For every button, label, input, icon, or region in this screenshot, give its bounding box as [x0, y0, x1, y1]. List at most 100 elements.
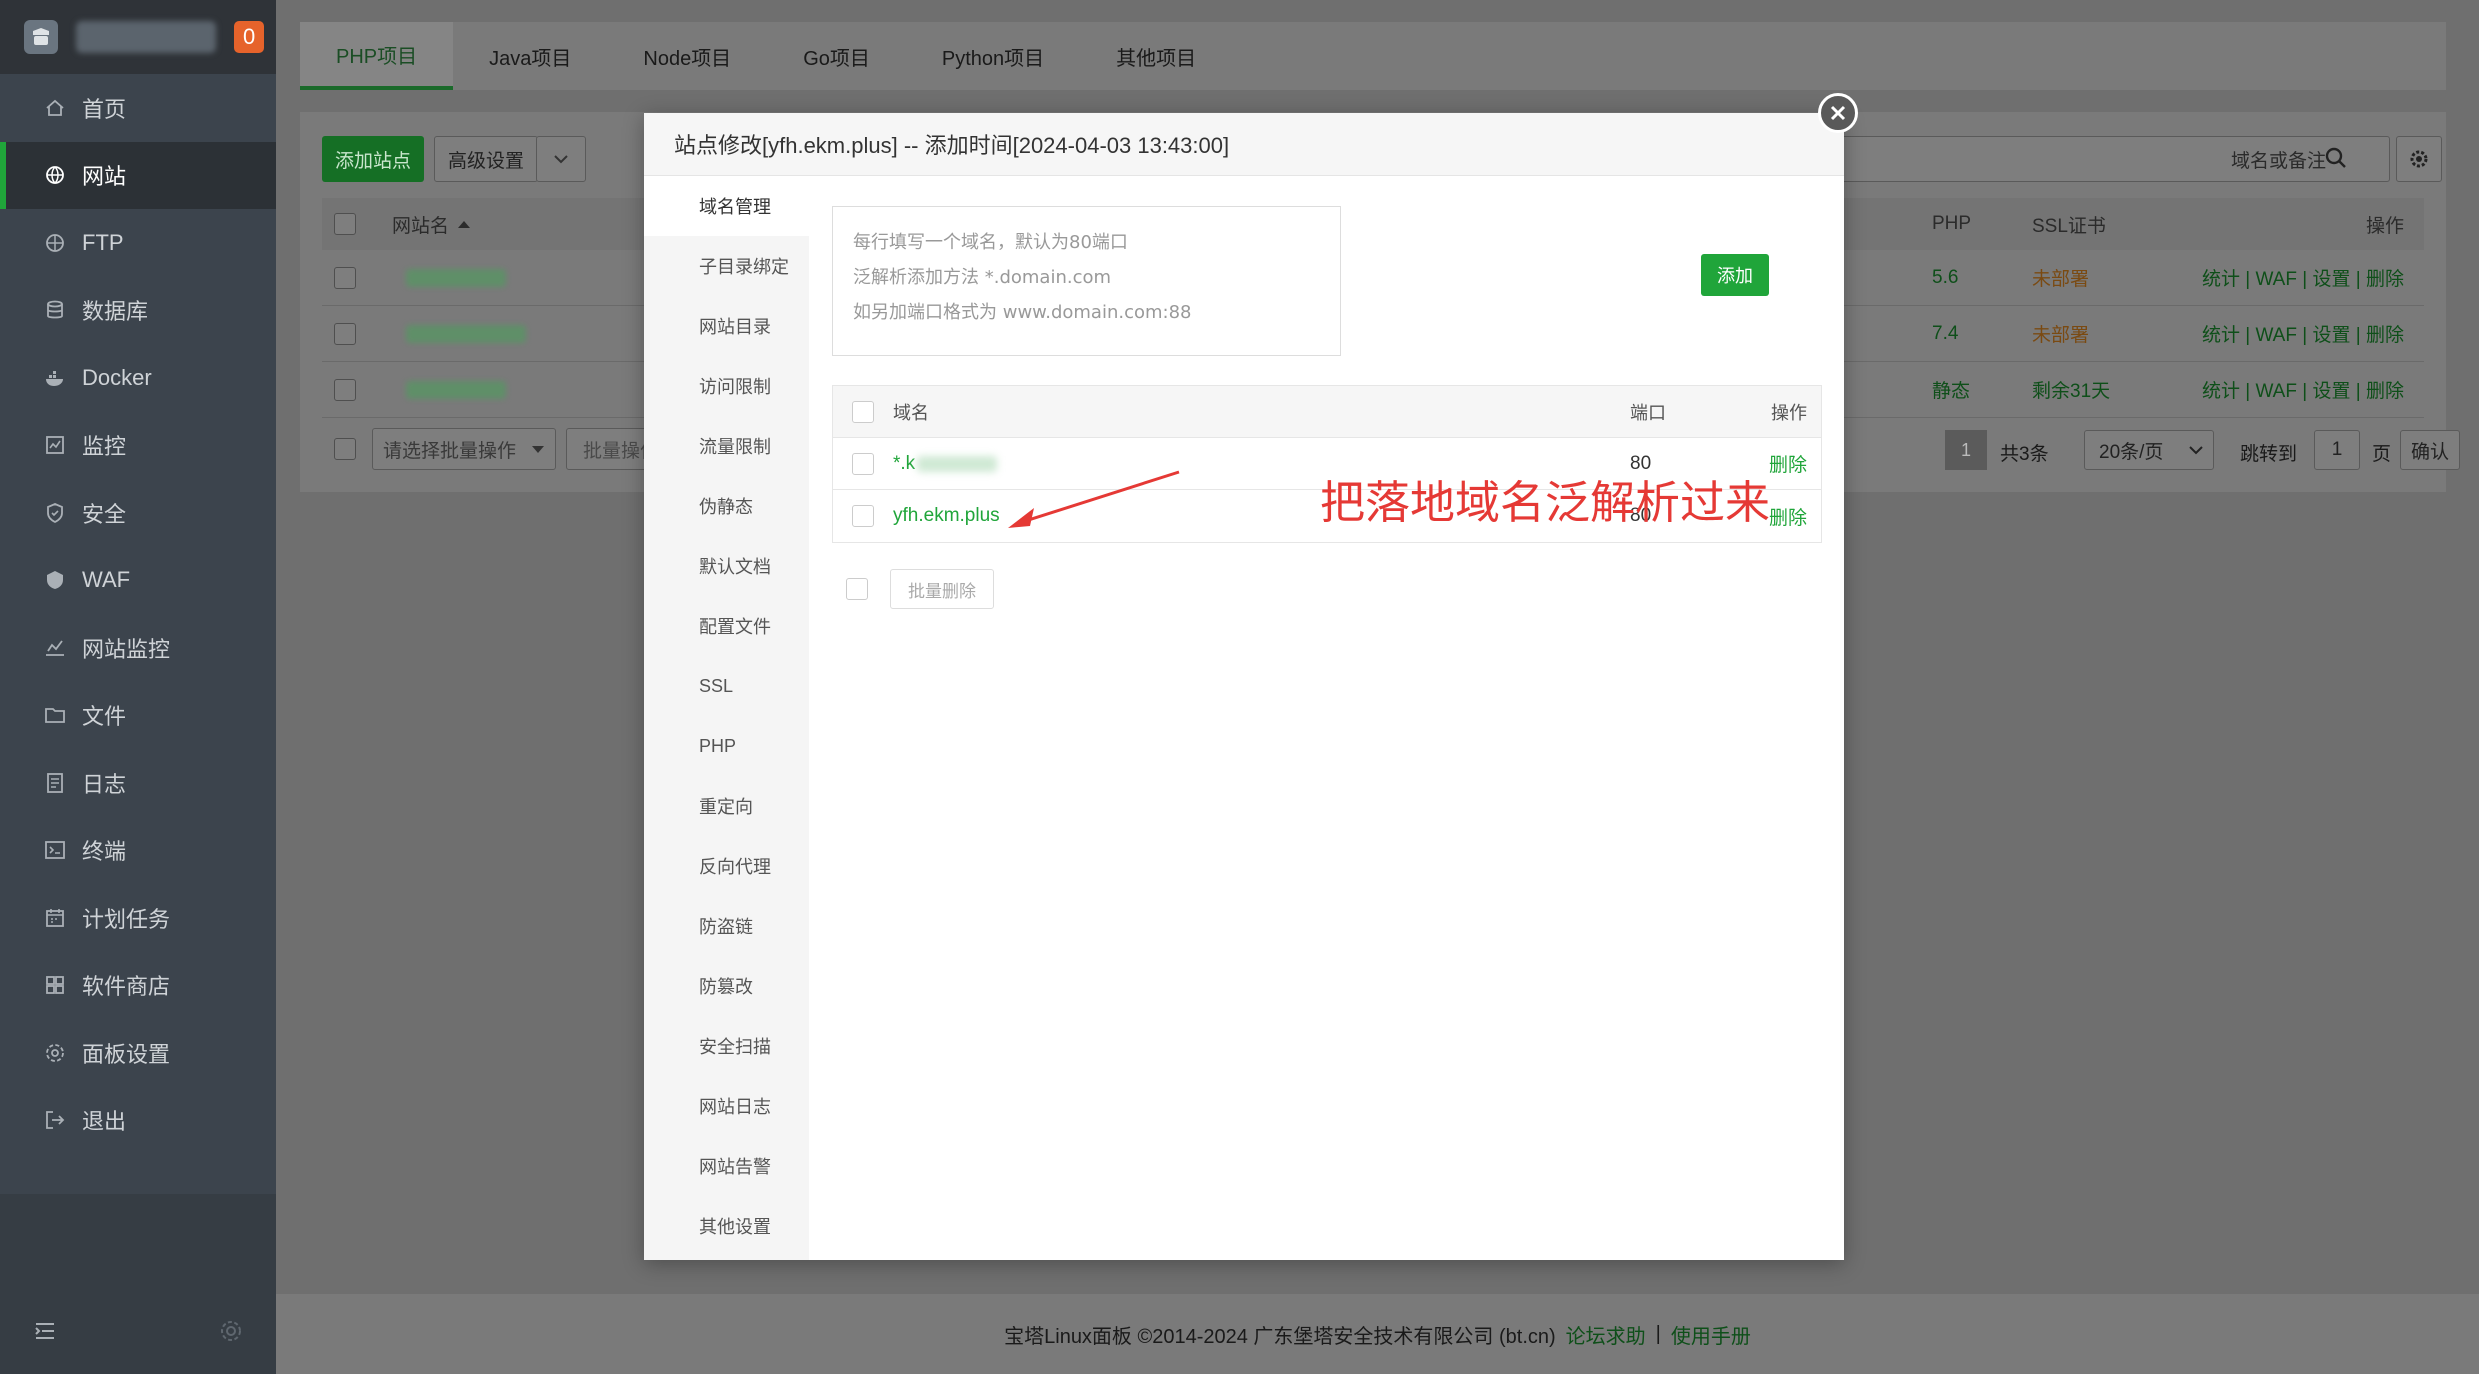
modal-nav-access-limit[interactable]: 访问限制	[644, 356, 809, 416]
batch-select-checkbox[interactable]	[846, 578, 868, 600]
action-stats[interactable]: 统计	[2202, 381, 2240, 402]
php-version[interactable]: 静态	[1932, 376, 1970, 403]
sidebar-item-docker[interactable]: Docker	[0, 344, 276, 412]
action-waf[interactable]: WAF	[2255, 325, 2297, 346]
sidebar-item-site-monitor[interactable]: 网站监控	[0, 614, 276, 682]
modal-nav-config-file[interactable]: 配置文件	[644, 596, 809, 656]
sidebar-item-ftp[interactable]: FTP	[0, 209, 276, 277]
row-checkbox[interactable]	[334, 266, 356, 289]
action-waf[interactable]: WAF	[2255, 381, 2297, 402]
modal-nav-other[interactable]: 其他设置	[644, 1196, 809, 1256]
tab-java[interactable]: Java项目	[453, 22, 607, 90]
modal-nav-redirect[interactable]: 重定向	[644, 776, 809, 836]
add-site-button[interactable]: 添加站点	[322, 136, 424, 182]
row-checkbox[interactable]	[334, 322, 356, 345]
footer-select-checkbox[interactable]	[334, 438, 356, 460]
per-page-select[interactable]: 20条/页	[2084, 430, 2214, 470]
action-delete[interactable]: 删除	[2366, 381, 2404, 402]
row-checkbox[interactable]	[852, 452, 874, 475]
action-waf[interactable]: WAF	[2255, 269, 2297, 290]
delete-link[interactable]: 删除	[1763, 450, 1821, 477]
modal-nav-traffic-limit[interactable]: 流量限制	[644, 416, 809, 476]
modal-nav-site-log[interactable]: 网站日志	[644, 1076, 809, 1136]
sidebar-item-files[interactable]: 文件	[0, 682, 276, 750]
action-settings[interactable]: 设置	[2312, 325, 2350, 346]
sidebar-item-logs[interactable]: 日志	[0, 749, 276, 817]
column-settings-button[interactable]	[2396, 136, 2442, 182]
jump-confirm-button[interactable]: 确认	[2400, 430, 2460, 470]
modal-nav-tamper[interactable]: 防篡改	[644, 956, 809, 1016]
modal-nav-hotlink[interactable]: 防盗链	[644, 896, 809, 956]
tab-python[interactable]: Python项目	[906, 22, 1080, 90]
close-button[interactable]	[1818, 93, 1858, 133]
shield-icon	[47, 502, 63, 523]
modal-nav-rewrite[interactable]: 伪静态	[644, 476, 809, 536]
modal-nav-default-doc[interactable]: 默认文档	[644, 536, 809, 596]
modal-nav-ssl[interactable]: SSL	[644, 656, 809, 716]
delete-link[interactable]: 删除	[1763, 503, 1821, 530]
jump-page-input[interactable]: 1	[2314, 430, 2360, 470]
row-checkbox[interactable]	[334, 378, 356, 401]
app-store-icon	[46, 976, 64, 995]
php-version[interactable]: 7.4	[1932, 323, 1958, 345]
domain-textarea[interactable]: 每行填写一个域名，默认为80端口 泛解析添加方法 *.domain.com 如另…	[832, 206, 1341, 356]
sidebar-item-database[interactable]: 数据库	[0, 277, 276, 345]
sidebar-item-panel-settings[interactable]: 面板设置	[0, 1019, 276, 1087]
advanced-dropdown-button[interactable]	[536, 136, 586, 182]
select-all-domains-checkbox[interactable]	[852, 400, 874, 423]
sidebar-item-security[interactable]: 安全	[0, 479, 276, 547]
search-input[interactable]: 域名或备注	[1790, 136, 2390, 182]
add-domain-button[interactable]: 添加	[1701, 254, 1769, 296]
action-settings[interactable]: 设置	[2312, 381, 2350, 402]
php-version[interactable]: 5.6	[1932, 267, 1958, 289]
action-delete[interactable]: 删除	[2366, 325, 2404, 346]
gear-icon[interactable]	[218, 1318, 244, 1344]
tab-php[interactable]: PHP项目	[300, 22, 454, 90]
tab-node[interactable]: Node项目	[607, 22, 767, 90]
modal-nav-security-scan[interactable]: 安全扫描	[644, 1016, 809, 1076]
action-delete[interactable]: 删除	[2366, 269, 2404, 290]
batch-operation-select[interactable]: 请选择批量操作	[372, 428, 556, 470]
tab-go[interactable]: Go项目	[767, 22, 906, 90]
tab-other[interactable]: 其他项目	[1080, 22, 1232, 90]
select-all-checkbox[interactable]	[334, 213, 356, 235]
sidebar-item-home[interactable]: 首页	[0, 74, 276, 142]
action-stats[interactable]: 统计	[2202, 325, 2240, 346]
sidebar-item-app-store[interactable]: 软件商店	[0, 952, 276, 1020]
batch-delete-button[interactable]: 批量删除	[890, 569, 994, 609]
manual-link[interactable]: 使用手册	[1671, 1320, 1751, 1349]
sidebar-item-website[interactable]: 网站	[0, 141, 276, 209]
action-settings[interactable]: 设置	[2312, 269, 2350, 290]
modal-nav-reverse-proxy[interactable]: 反向代理	[644, 836, 809, 896]
sidebar-item-cron[interactable]: 计划任务	[0, 884, 276, 952]
ssl-status[interactable]: 未部署	[2032, 320, 2089, 347]
ssl-status[interactable]: 剩余31天	[2032, 376, 2110, 403]
sidebar-item-logout[interactable]: 退出	[0, 1087, 276, 1155]
site-name-blurred[interactable]	[406, 324, 526, 343]
calendar-icon	[46, 908, 64, 927]
ssl-status[interactable]: 未部署	[2032, 264, 2089, 291]
domain-link[interactable]: *.k	[893, 453, 915, 475]
site-name-blurred[interactable]	[406, 380, 506, 399]
sidebar-item-waf[interactable]: WAF	[0, 547, 276, 615]
sort-up-icon[interactable]	[457, 219, 471, 229]
collapse-menu-icon[interactable]	[32, 1318, 58, 1344]
modal-nav-site-alert[interactable]: 网站告警	[644, 1136, 809, 1196]
site-name-blurred[interactable]	[406, 268, 506, 287]
action-stats[interactable]: 统计	[2202, 269, 2240, 290]
modal-nav-subdir[interactable]: 子目录绑定	[644, 236, 809, 296]
modal-nav-domain[interactable]: 域名管理	[644, 176, 809, 236]
total-count: 共3条	[2000, 444, 2049, 465]
notification-badge[interactable]: 0	[234, 21, 265, 53]
col-site-name[interactable]: 网站名	[392, 211, 449, 238]
forum-link[interactable]: 论坛求助	[1566, 1320, 1646, 1349]
page-current[interactable]: 1	[1945, 430, 1987, 470]
sidebar-item-terminal[interactable]: 终端	[0, 817, 276, 885]
advanced-settings-button[interactable]: 高级设置	[434, 136, 538, 182]
modal-nav-php[interactable]: PHP	[644, 716, 809, 776]
search-icon[interactable]	[2324, 146, 2348, 175]
row-checkbox[interactable]	[852, 505, 874, 527]
modal-nav-site-dir[interactable]: 网站目录	[644, 296, 809, 356]
bt-logo-icon[interactable]	[24, 20, 58, 54]
sidebar-item-monitor[interactable]: 监控	[0, 412, 276, 480]
